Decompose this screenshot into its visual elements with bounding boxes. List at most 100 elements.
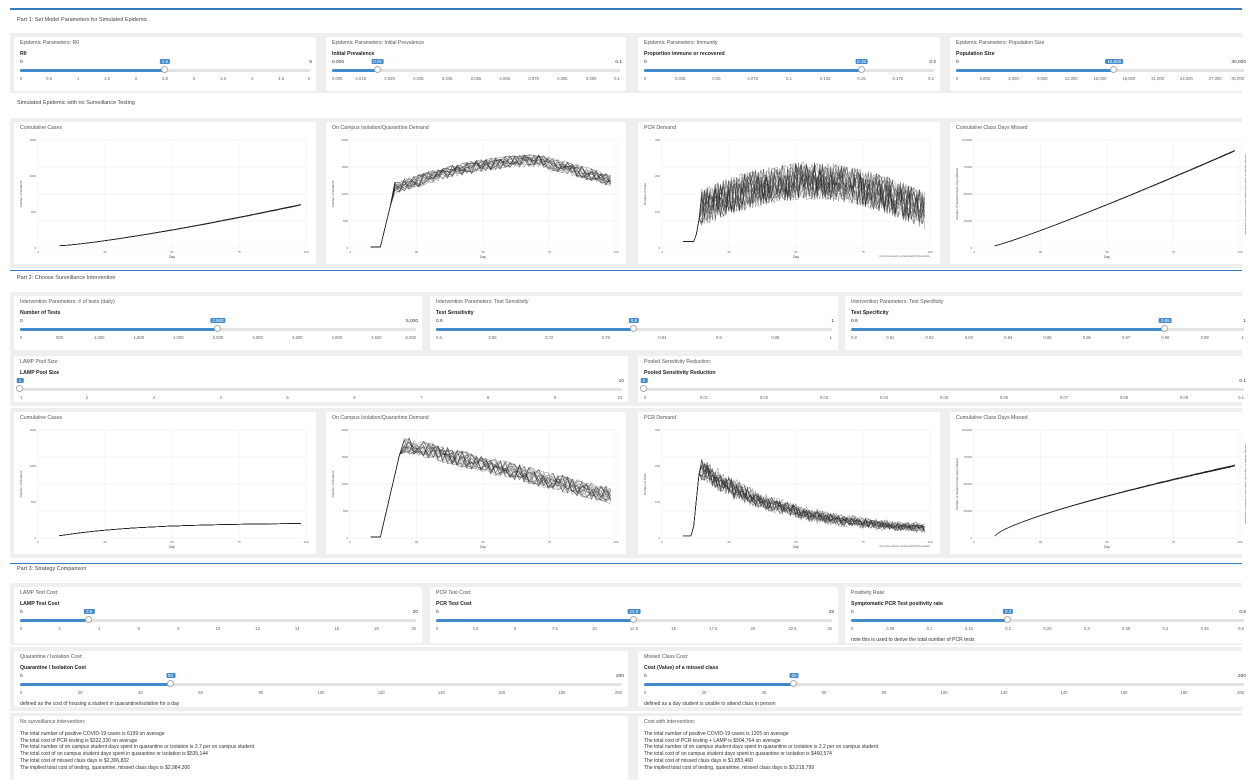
slider-card-title: Epidemic Parameters: Immunity [644,40,718,46]
slider-track[interactable]: 12.5 [436,609,832,623]
slider-track[interactable]: 0.98 [851,318,1244,332]
simulation-run-line [994,465,1235,536]
slider-track[interactable]: 0.15 [644,59,934,73]
slider-tick-label: 0.5 [1238,626,1244,631]
y-tick-label: 50000 [964,192,973,196]
slider-min: 0 [436,610,439,615]
slider-tick-label: 200 [615,690,622,695]
slider-tick-label: 0.9 [851,335,857,340]
slider-ticks: 0.9 0.91 0.92 0.93 0.94 0.95 0.96 0.97 0.98 0.99 1 [851,335,1244,343]
simulation-run-line [58,204,301,246]
simulation-run-line [58,523,301,536]
y-tick-label: 100000 [962,428,972,432]
simulation-run-line [994,150,1235,246]
x-tick-label: 75 [237,540,241,544]
slider-handle[interactable] [373,66,381,73]
slider-handle[interactable] [166,680,174,687]
slider-card-title: Epidemic Parameters: Initial Prevalence [332,40,424,46]
slider-handle[interactable] [857,66,865,73]
slider-track[interactable]: 50 [20,673,622,687]
slider-track[interactable]: 0.02 [332,59,620,73]
slider-handle[interactable] [630,616,637,623]
simulation-run-line [58,204,301,246]
slider-tick-label: 0.05 [939,395,949,400]
slider-handle[interactable] [1110,66,1118,73]
slider-handle[interactable] [640,385,647,392]
simulation-run-line [994,150,1235,246]
slider-tick-label: 3,500 [291,335,303,340]
y-tick-label: 1000 [29,174,36,178]
slider-track[interactable]: 50 [644,673,1244,687]
slider-min: 0 [851,610,854,615]
slider-tick-label: 40 [138,690,143,695]
slider-handle[interactable] [161,66,168,73]
x-tick-label: 0 [349,540,351,544]
slider-card-title: Quarantine / Isolation Cost: [20,654,83,660]
simulation-run-line [994,465,1235,536]
slider-tick-label: 0 [644,690,647,695]
slider-handle[interactable] [790,680,797,687]
x-tick-label: 25 [103,540,107,544]
slider-ticks: 0 3,000 6,000 9,000 12,000 15,000 18,000 21,000… [956,76,1244,84]
slider-tick-label: 100 [317,690,325,695]
slider-label: R0 [20,51,27,57]
slider-max: 0.1 [1239,379,1246,384]
slider-handle[interactable] [630,325,637,332]
simulation-run-line [58,204,301,246]
slider-value-bubble: 0.98 [1159,318,1172,323]
slider-tick-label: 60 [821,690,827,695]
x-tick-label: 50 [1105,250,1109,254]
result-line: The total cost of PCR testing + LAMP is … [644,737,781,744]
slider-tick-label: 3 [152,395,155,400]
slider-tick-label: 2,500 [212,335,224,340]
y-tick-label: 1500 [341,165,348,169]
slider-tick-label: 0.005 [332,76,343,81]
slider-tick-label: 0.085 [557,76,568,81]
slider-card: Epidemic Parameters: Initial Prevalence I… [326,37,626,91]
slider-track[interactable]: 0 [640,378,1244,392]
results-card: No surveillance intervention: The total n… [14,716,628,780]
x-tick-label: 0 [973,250,975,254]
slider-handle[interactable] [1004,616,1012,623]
slider-handle[interactable] [85,616,93,623]
slider-tick-label: 0 [20,626,23,631]
simulation-run-line [994,465,1235,536]
slider-handle[interactable] [214,325,221,332]
slider-track[interactable]: 2,500 [20,318,416,332]
slider-tick-label: 0 [956,76,959,81]
slider-max: 0.2 [929,60,936,65]
slider-track[interactable]: 3.5 [20,609,416,623]
slider-track[interactable]: 0.2 [851,609,1244,623]
x-axis-label: Day [169,545,175,549]
simulation-run-line [994,150,1235,246]
slider-card-title: PCR Test Cost: [436,590,472,596]
slider-fill [436,619,634,622]
slider-value-bubble: 50 [789,673,799,678]
slider-tick-label: 0.96 [1082,335,1091,340]
plot-note: Grey lines denote symptomatic PCR positi… [879,255,930,258]
slider-card-title: Intervention Parameters: # of tests (dai… [20,299,115,305]
simulation-run-line [994,150,1235,246]
top-divider [10,8,1242,10]
slider-min: 0 [644,674,647,679]
slider-track[interactable]: 0.8 [436,318,832,332]
slider-handle[interactable] [16,385,23,392]
slider-label: Number of Tests [20,310,61,316]
slider-tick-label: 3,000 [979,76,991,81]
slider-track[interactable]: 1 [16,378,622,392]
simulation-run-line [994,150,1235,246]
x-tick-label: 25 [1039,250,1043,254]
slider-tick-label: 30,000 [1231,76,1244,81]
slider-label: Population Size [956,51,995,57]
slider-handle[interactable] [1161,325,1169,332]
slider-track[interactable]: 2.5 [20,59,310,73]
simulation-run-line [58,523,301,536]
slider-max: 25 [828,610,834,615]
x-tick-label: 75 [1172,540,1176,544]
x-axis-label: Day [793,545,799,549]
slider-tick-label: 0.175 [892,76,903,81]
y-tick-label: 1000 [29,464,36,468]
slider-track[interactable]: 16,500 [956,59,1244,73]
slider-tick-label: 2.5 [472,626,479,631]
simulation-run-line [58,204,301,246]
